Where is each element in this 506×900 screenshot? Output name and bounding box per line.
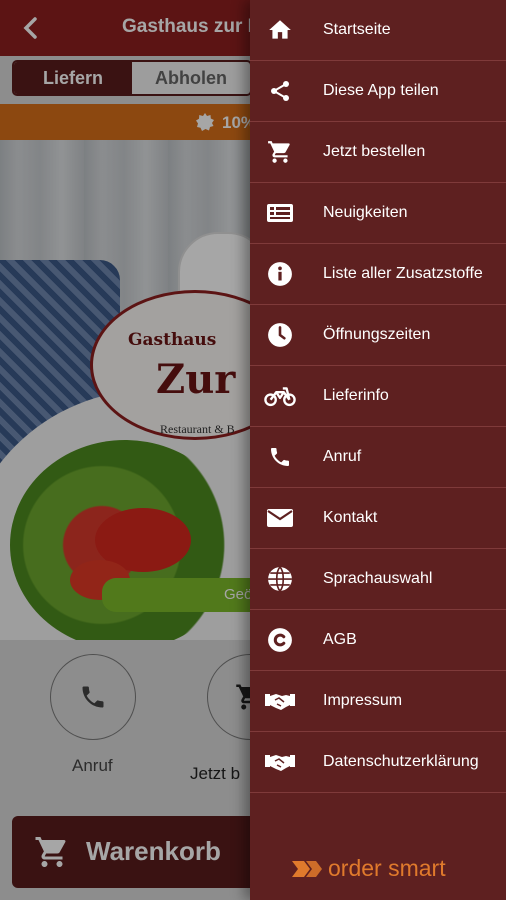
menu-item-additives[interactable]: Liste aller Zusatzstoffe <box>250 244 506 305</box>
menu-item-delivery-info[interactable]: Lieferinfo <box>250 366 506 427</box>
menu-item-label: Kontakt <box>323 509 378 526</box>
menu-item-call[interactable]: Anruf <box>250 427 506 488</box>
mail-icon <box>264 503 296 533</box>
menu-item-label: Lieferinfo <box>323 387 389 404</box>
copyright-icon <box>264 625 296 655</box>
menu-item-label: Sprachauswahl <box>323 570 433 587</box>
menu-item-share-app[interactable]: Diese App teilen <box>250 61 506 122</box>
menu-item-startseite[interactable]: Startseite <box>250 0 506 61</box>
order-smart-logo: order smart <box>290 855 446 882</box>
share-icon <box>264 76 296 106</box>
info-icon <box>264 259 296 289</box>
navigation-drawer: Startseite Diese App teilen Jetzt bestel… <box>250 0 506 900</box>
menu-item-label: Datenschutzerklärung <box>323 753 479 770</box>
menu-item-label: Öffnungszeiten <box>323 326 431 343</box>
menu-item-label: AGB <box>323 631 357 648</box>
handshake-icon <box>264 747 296 777</box>
menu-item-terms[interactable]: AGB <box>250 610 506 671</box>
menu-item-news[interactable]: Neuigkeiten <box>250 183 506 244</box>
home-icon <box>264 15 296 45</box>
clock-icon <box>264 320 296 350</box>
menu-item-label: Anruf <box>323 448 362 465</box>
menu-item-contact[interactable]: Kontakt <box>250 488 506 549</box>
menu-item-label: Neuigkeiten <box>323 204 408 221</box>
menu-item-label: Jetzt bestellen <box>323 143 426 160</box>
menu-item-order-now[interactable]: Jetzt bestellen <box>250 122 506 183</box>
brand-name: order smart <box>328 855 446 881</box>
handshake-icon <box>264 686 296 716</box>
news-icon <box>264 198 296 228</box>
menu-item-opening-hours[interactable]: Öffnungszeiten <box>250 305 506 366</box>
cart-icon <box>264 137 296 167</box>
menu-item-imprint[interactable]: Impressum <box>250 671 506 732</box>
menu-item-label: Startseite <box>323 21 391 38</box>
phone-icon <box>264 442 296 472</box>
menu-item-label: Liste aller Zusatzstoffe <box>323 265 483 282</box>
menu-item-language[interactable]: Sprachauswahl <box>250 549 506 610</box>
menu-item-label: Impressum <box>323 692 403 709</box>
menu-item-privacy[interactable]: Datenschutzerklärung <box>250 732 506 793</box>
order-smart-logo-icon <box>292 860 322 877</box>
menu-item-label: Diese App teilen <box>323 82 439 99</box>
globe-icon <box>264 564 296 594</box>
motorbike-icon <box>264 381 296 411</box>
